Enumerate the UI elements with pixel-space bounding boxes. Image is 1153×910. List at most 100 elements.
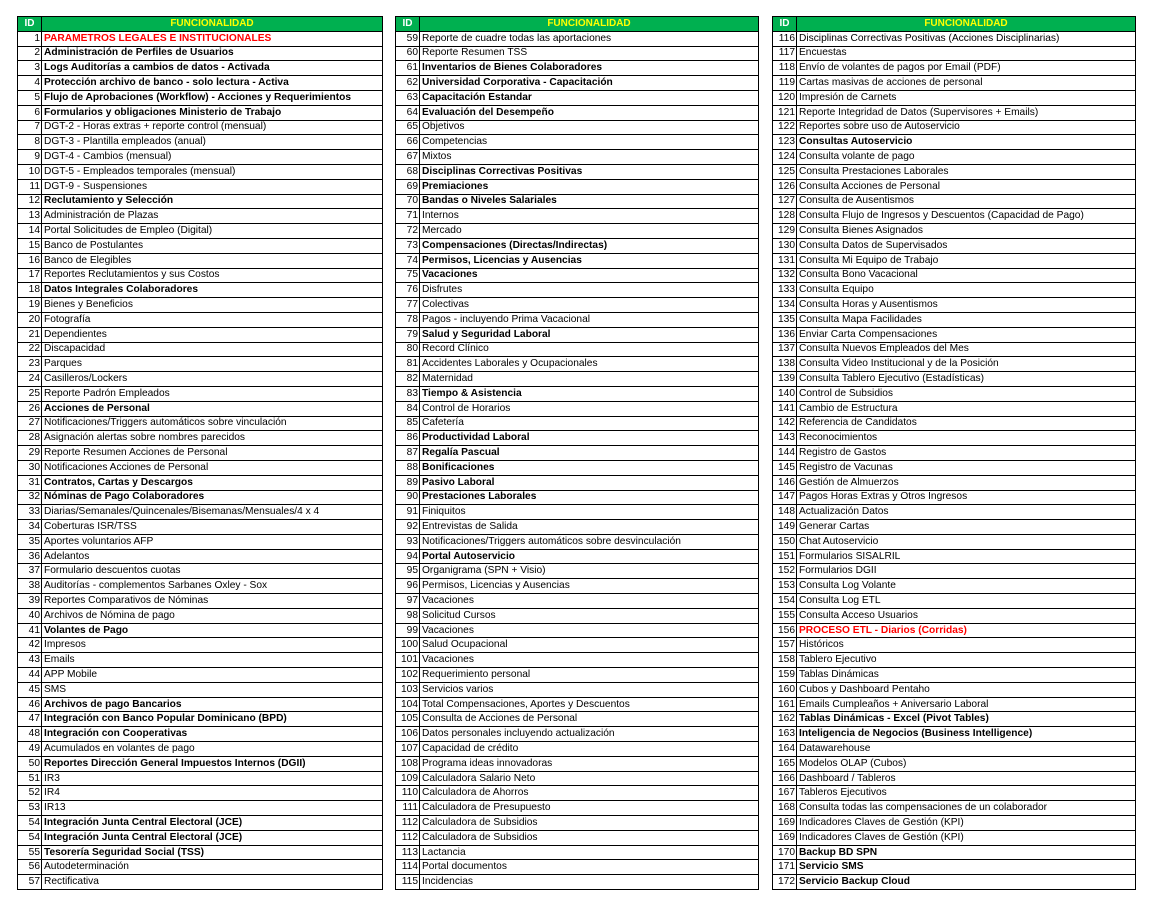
row-id: 161 — [772, 696, 797, 713]
row-functionality: Tablero Ejecutivo — [796, 652, 1136, 669]
functionality-column-header: FUNCIONALIDAD — [41, 16, 383, 32]
row-functionality: Entrevistas de Salida — [419, 519, 759, 535]
row-functionality: Consulta Nuevos Empleados del Mes — [796, 341, 1136, 358]
table-row: 54 Integración Junta Central Electoral (J… — [17, 829, 383, 846]
row-id: 76 — [395, 282, 420, 299]
row-functionality: Tiempo & Asistencia — [419, 385, 759, 402]
row-functionality: Cartas masivas de acciones de personal — [796, 75, 1136, 91]
table-row: 22 Discapacidad — [17, 341, 383, 358]
table-row: 172 Servicio Backup Cloud — [772, 874, 1136, 891]
table-row: 80 Record Clínico — [395, 341, 759, 358]
row-id: 87 — [395, 445, 420, 461]
row-id: 165 — [772, 755, 797, 772]
table-row: 107 Capacidad de crédito — [395, 741, 759, 757]
row-id: 131 — [772, 252, 797, 269]
row-id: 68 — [395, 163, 420, 180]
id-column-header: ID — [772, 16, 797, 32]
row-id: 159 — [772, 667, 797, 683]
table-row: 21 Dependientes — [17, 326, 383, 343]
row-id: 100 — [395, 637, 420, 654]
table-row: 139 Consulta Tablero Ejecutivo (Estadísti… — [772, 371, 1136, 387]
row-id: 3 — [17, 60, 42, 77]
table-row: 113 Lactancia — [395, 844, 759, 861]
row-id: 29 — [17, 445, 42, 461]
row-id: 166 — [772, 770, 797, 787]
table-row: 35 Aportes voluntarios AFP — [17, 533, 383, 550]
row-functionality: Administración de Plazas — [41, 208, 383, 225]
row-id: 9 — [17, 149, 42, 165]
row-functionality: Pagos - incluyendo Prima Vacacional — [419, 311, 759, 328]
table-row: 72 Mercado — [395, 223, 759, 239]
row-functionality: Capacitación Estandar — [419, 89, 759, 106]
table-row: 12 Reclutamiento y Selección — [17, 193, 383, 210]
table-row: 14 Portal Solicitudes de Empleo (Digital) — [17, 223, 383, 239]
row-functionality: Cambio de Estructura — [796, 400, 1136, 417]
table-row: 6 Formularios y obligaciones Ministerio d… — [17, 104, 383, 121]
row-functionality: Vacaciones — [419, 593, 759, 609]
table-row: 54 Integración Junta Central Electoral (J… — [17, 815, 383, 831]
row-functionality: Integración Junta Central Electoral (JCE… — [41, 815, 383, 831]
row-id: 84 — [395, 400, 420, 417]
row-id: 145 — [772, 459, 797, 476]
table-row: 151 Formularios SISALRIL — [772, 548, 1136, 565]
table-row: 141 Cambio de Estructura — [772, 400, 1136, 417]
row-functionality: Formularios SISALRIL — [796, 548, 1136, 565]
table-row: 169 Indicadores Claves de Gestión (KPI) — [772, 815, 1136, 831]
table-row: 150 Chat Autoservicio — [772, 533, 1136, 550]
table-row: 95 Organigrama (SPN + Visio) — [395, 563, 759, 580]
table-row: 57 Rectificativa — [17, 874, 383, 891]
row-id: 77 — [395, 297, 420, 313]
row-functionality: Mercado — [419, 223, 759, 239]
row-id: 99 — [395, 622, 420, 639]
row-id: 104 — [395, 696, 420, 713]
row-functionality: Objetivos — [419, 119, 759, 136]
row-functionality: Auditorías - complementos Sarbanes Oxley… — [41, 578, 383, 595]
row-id: 126 — [772, 178, 797, 195]
table-row: 30 Notificaciones Acciones de Personal — [17, 459, 383, 476]
row-id: 33 — [17, 504, 42, 521]
row-id: 164 — [772, 741, 797, 757]
row-functionality: Tableros Ejecutivos — [796, 785, 1136, 802]
row-functionality: Lactancia — [419, 844, 759, 861]
table-row: 45 SMS — [17, 681, 383, 698]
row-id: 62 — [395, 75, 420, 91]
table-row: 164 Datawarehouse — [772, 741, 1136, 757]
row-id: 116 — [772, 30, 797, 47]
row-functionality: SMS — [41, 681, 383, 698]
row-functionality: Contratos, Cartas y Descargos — [41, 474, 383, 491]
row-functionality: Competencias — [419, 134, 759, 151]
row-id: 56 — [17, 859, 42, 876]
row-functionality: Premiaciones — [419, 178, 759, 195]
table-row: 112 Calculadora de Subsidios — [395, 815, 759, 831]
row-id: 4 — [17, 75, 42, 91]
row-functionality: Formulario descuentos cuotas — [41, 563, 383, 580]
table-row: 102 Requerimiento personal — [395, 667, 759, 683]
row-id: 1 — [17, 30, 42, 47]
table-row: 93 Notificaciones/Triggers automáticos so… — [395, 533, 759, 550]
table-row: 46 Archivos de pago Bancarios — [17, 696, 383, 713]
table-row: 83 Tiempo & Asistencia — [395, 385, 759, 402]
row-id: 78 — [395, 311, 420, 328]
row-functionality: Registro de Gastos — [796, 445, 1136, 461]
row-functionality: Calculadora de Subsidios — [419, 829, 759, 846]
table-row: 44 APP Mobile — [17, 667, 383, 683]
row-functionality: Consulta Prestaciones Laborales — [796, 163, 1136, 180]
table-row: 148 Actualización Datos — [772, 504, 1136, 521]
row-id: 48 — [17, 726, 42, 743]
table-row: 116 Disciplinas Correctivas Positivas (Ac… — [772, 30, 1136, 47]
table-row: 84 Control de Horarios — [395, 400, 759, 417]
row-functionality: Bandas o Niveles Salariales — [419, 193, 759, 210]
table-body: 1 PARAMETROS LEGALES E INSTITUCIONALES 2 Ad… — [17, 30, 383, 891]
row-functionality: Flujo de Aprobaciones (Workflow) - Accio… — [41, 89, 383, 106]
row-functionality: Consulta todas las compensaciones de un … — [796, 800, 1136, 817]
table-row: 97 Vacaciones — [395, 593, 759, 609]
row-functionality: Adelantos — [41, 548, 383, 565]
row-id: 156 — [772, 622, 797, 639]
row-functionality: Tesorería Seguridad Social (TSS) — [41, 844, 383, 861]
row-id: 160 — [772, 681, 797, 698]
table-row: 66 Competencias — [395, 134, 759, 151]
row-functionality: Acumulados en volantes de pago — [41, 741, 383, 757]
row-id: 108 — [395, 755, 420, 772]
row-id: 107 — [395, 741, 420, 757]
row-id: 114 — [395, 859, 420, 876]
